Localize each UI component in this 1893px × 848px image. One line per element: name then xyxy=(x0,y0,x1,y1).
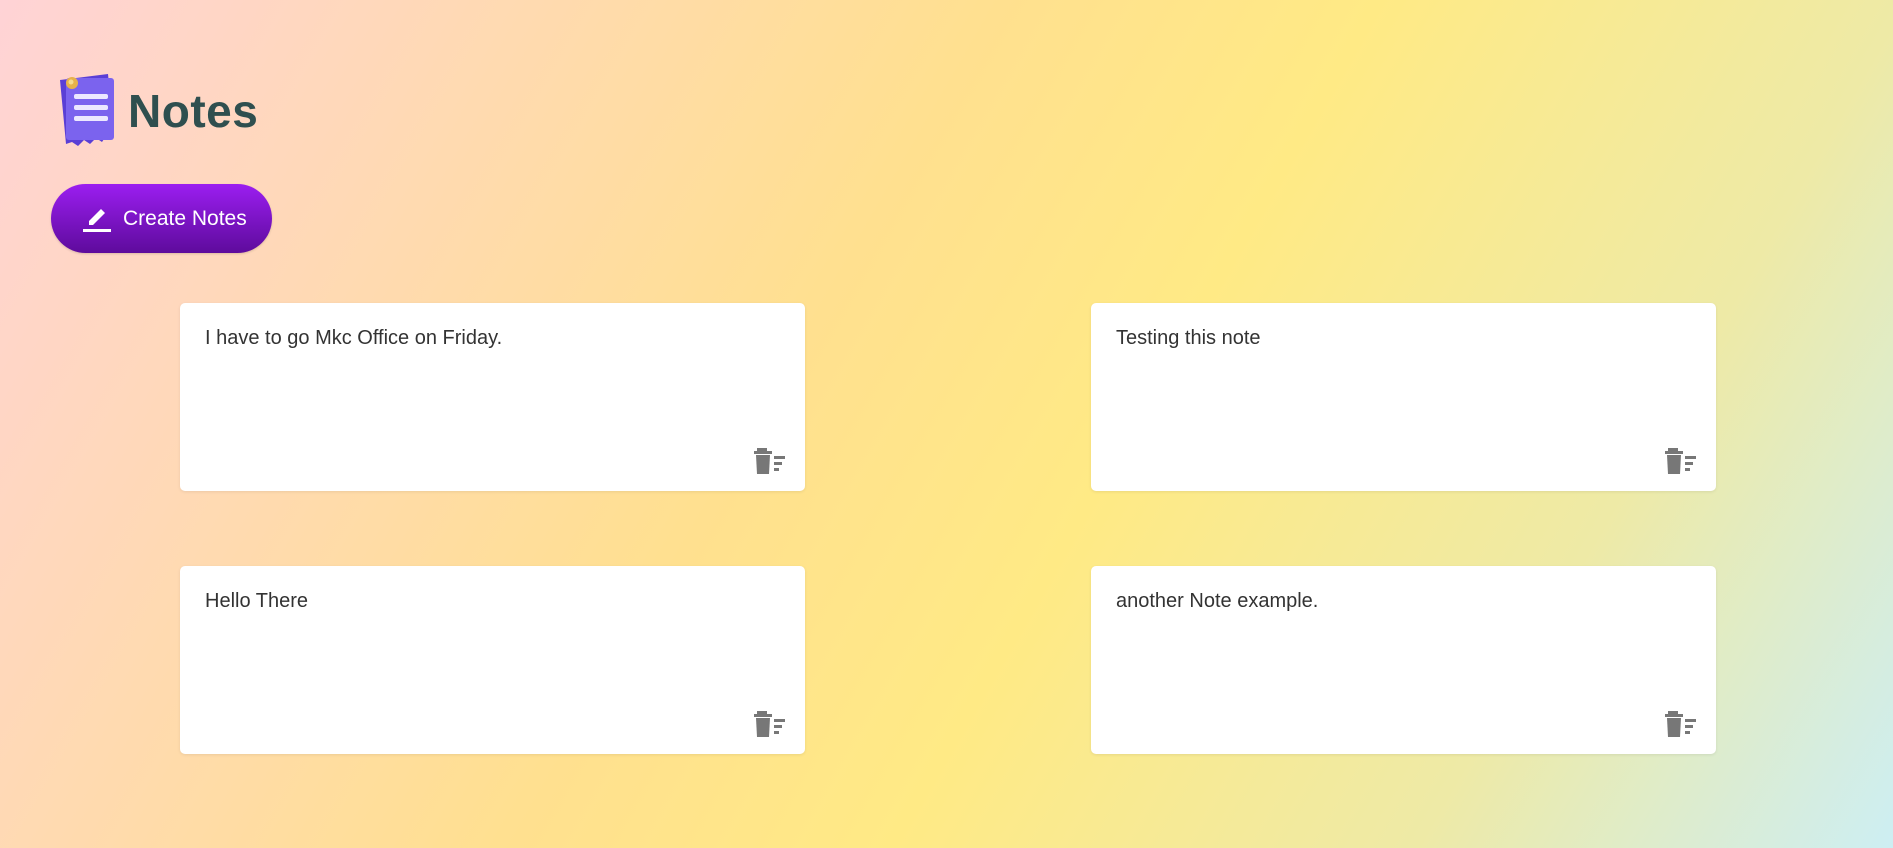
note-card: Testing this note xyxy=(1091,303,1716,491)
app-header: Notes xyxy=(56,72,258,150)
page-title: Notes xyxy=(128,85,259,137)
delete-icon[interactable] xyxy=(1664,447,1698,475)
create-notes-label: Create Notes xyxy=(123,206,247,230)
note-text[interactable]: another Note example. xyxy=(1116,590,1318,613)
notes-grid: I have to go Mkc Office on Friday. Testi… xyxy=(180,303,1716,754)
delete-icon[interactable] xyxy=(1664,710,1698,738)
note-card: Hello There xyxy=(180,566,805,754)
delete-icon[interactable] xyxy=(753,447,787,475)
note-text[interactable]: Testing this note xyxy=(1116,327,1261,350)
delete-icon[interactable] xyxy=(753,710,787,738)
notes-logo-icon xyxy=(56,72,126,150)
pencil-icon xyxy=(81,203,113,235)
note-text[interactable]: Hello There xyxy=(205,590,308,613)
note-text[interactable]: I have to go Mkc Office on Friday. xyxy=(205,327,502,350)
note-card: another Note example. xyxy=(1091,566,1716,754)
note-card: I have to go Mkc Office on Friday. xyxy=(180,303,805,491)
create-notes-button[interactable]: Create Notes xyxy=(51,184,272,253)
